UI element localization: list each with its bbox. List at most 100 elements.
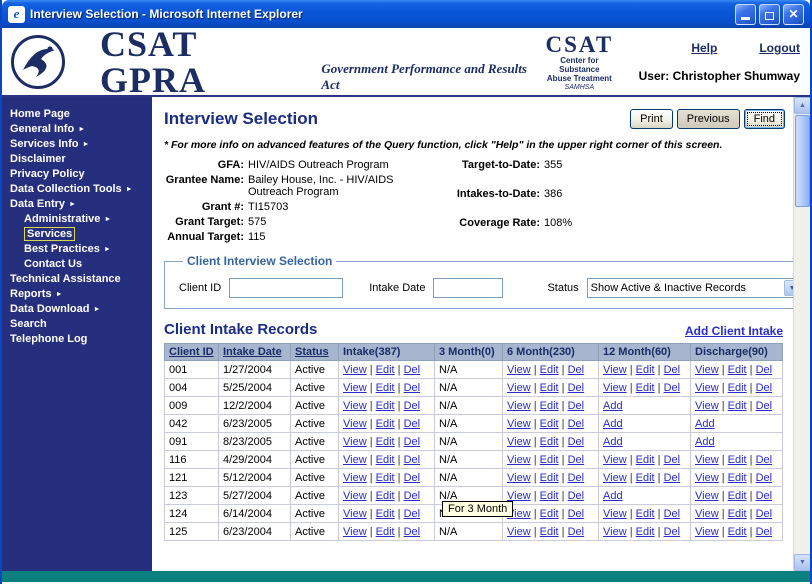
sidebar-item-services-info[interactable]: Services Info ► — [2, 137, 152, 152]
sidebar-item-administrative[interactable]: Administrative ► — [2, 212, 152, 227]
logout-link[interactable]: Logout — [759, 41, 800, 55]
edit-link[interactable]: Edit — [376, 454, 395, 466]
del-link[interactable]: Del — [756, 364, 773, 376]
edit-link[interactable]: Edit — [728, 400, 747, 412]
edit-link[interactable]: Edit — [376, 508, 395, 520]
sort-link[interactable]: Client ID — [169, 346, 214, 358]
del-link[interactable]: Del — [664, 454, 681, 466]
add-link[interactable]: Add — [603, 400, 623, 412]
view-link[interactable]: View — [507, 454, 531, 466]
edit-link[interactable]: Edit — [728, 364, 747, 376]
del-link[interactable]: Del — [568, 472, 585, 484]
edit-link[interactable]: Edit — [540, 454, 559, 466]
del-link[interactable]: Del — [568, 526, 585, 538]
edit-link[interactable]: Edit — [540, 508, 559, 520]
del-link[interactable]: Del — [664, 526, 681, 538]
view-link[interactable]: View — [603, 382, 627, 394]
view-link[interactable]: View — [603, 472, 627, 484]
view-link[interactable]: View — [343, 508, 367, 520]
del-link[interactable]: Del — [756, 382, 773, 394]
intake-date-input[interactable] — [433, 278, 504, 298]
edit-link[interactable]: Edit — [728, 490, 747, 502]
find-button[interactable]: Find — [743, 109, 785, 129]
sidebar-item-services[interactable]: Services — [2, 227, 152, 242]
view-link[interactable]: View — [507, 472, 531, 484]
view-link[interactable]: View — [343, 454, 367, 466]
del-link[interactable]: Del — [404, 364, 421, 376]
view-link[interactable]: View — [603, 526, 627, 538]
sort-link[interactable]: Intake Date — [223, 346, 282, 358]
edit-link[interactable]: Edit — [728, 454, 747, 466]
del-link[interactable]: Del — [404, 454, 421, 466]
view-link[interactable]: View — [507, 490, 531, 502]
view-link[interactable]: View — [343, 490, 367, 502]
del-link[interactable]: Del — [568, 508, 585, 520]
edit-link[interactable]: Edit — [376, 400, 395, 412]
del-link[interactable]: Del — [404, 526, 421, 538]
view-link[interactable]: View — [507, 436, 531, 448]
sidebar-item-home-page[interactable]: Home Page — [2, 107, 152, 122]
restore-button[interactable] — [759, 3, 780, 25]
vertical-scrollbar[interactable] — [793, 97, 810, 571]
view-link[interactable]: View — [507, 400, 531, 412]
print-button[interactable]: Print — [630, 109, 673, 129]
add-link[interactable]: Add — [603, 418, 623, 430]
edit-link[interactable]: Edit — [376, 418, 395, 430]
sidebar-item-data-download[interactable]: Data Download ► — [2, 302, 152, 317]
del-link[interactable]: Del — [756, 454, 773, 466]
del-link[interactable]: Del — [568, 400, 585, 412]
view-link[interactable]: View — [695, 400, 719, 412]
edit-link[interactable]: Edit — [540, 400, 559, 412]
del-link[interactable]: Del — [664, 472, 681, 484]
view-link[interactable]: View — [507, 526, 531, 538]
del-link[interactable]: Del — [404, 418, 421, 430]
edit-link[interactable]: Edit — [540, 364, 559, 376]
del-link[interactable]: Del — [568, 490, 585, 502]
edit-link[interactable]: Edit — [540, 436, 559, 448]
del-link[interactable]: Del — [404, 508, 421, 520]
view-link[interactable]: View — [507, 382, 531, 394]
status-select[interactable]: Show Active & Inactive Records — [586, 278, 793, 298]
view-link[interactable]: View — [695, 382, 719, 394]
edit-link[interactable]: Edit — [376, 526, 395, 538]
edit-link[interactable]: Edit — [540, 490, 559, 502]
edit-link[interactable]: Edit — [376, 382, 395, 394]
scrollbar-thumb[interactable] — [795, 115, 810, 207]
sidebar-item-disclaimer[interactable]: Disclaimer — [2, 152, 152, 167]
del-link[interactable]: Del — [404, 400, 421, 412]
view-link[interactable]: View — [695, 490, 719, 502]
del-link[interactable]: Del — [756, 490, 773, 502]
close-button[interactable]: ✕ — [783, 3, 804, 25]
edit-link[interactable]: Edit — [540, 472, 559, 484]
view-link[interactable]: View — [343, 418, 367, 430]
sidebar-item-telephone-log[interactable]: Telephone Log — [2, 332, 152, 347]
del-link[interactable]: Del — [664, 508, 681, 520]
view-link[interactable]: View — [695, 454, 719, 466]
minimize-button[interactable] — [735, 3, 756, 25]
sidebar-item-best-practices[interactable]: Best Practices ► — [2, 242, 152, 257]
sidebar-item-contact-us[interactable]: Contact Us — [2, 257, 152, 272]
edit-link[interactable]: Edit — [636, 508, 655, 520]
scroll-down-button[interactable] — [794, 554, 810, 571]
view-link[interactable]: View — [695, 364, 719, 376]
edit-link[interactable]: Edit — [376, 436, 395, 448]
sidebar-item-data-entry[interactable]: Data Entry ► — [2, 197, 152, 212]
view-link[interactable]: View — [603, 454, 627, 466]
edit-link[interactable]: Edit — [728, 472, 747, 484]
edit-link[interactable]: Edit — [728, 508, 747, 520]
help-link[interactable]: Help — [691, 41, 717, 55]
previous-button[interactable]: Previous — [676, 109, 740, 129]
add-link[interactable]: Add — [603, 436, 623, 448]
view-link[interactable]: View — [507, 364, 531, 376]
del-link[interactable]: Del — [568, 364, 585, 376]
edit-link[interactable]: Edit — [636, 472, 655, 484]
sidebar-item-general-info[interactable]: General Info ► — [2, 122, 152, 137]
view-link[interactable]: View — [507, 418, 531, 430]
view-link[interactable]: View — [343, 400, 367, 412]
del-link[interactable]: Del — [568, 418, 585, 430]
del-link[interactable]: Del — [568, 436, 585, 448]
del-link[interactable]: Del — [756, 508, 773, 520]
sidebar-item-search[interactable]: Search — [2, 317, 152, 332]
del-link[interactable]: Del — [756, 400, 773, 412]
edit-link[interactable]: Edit — [540, 526, 559, 538]
